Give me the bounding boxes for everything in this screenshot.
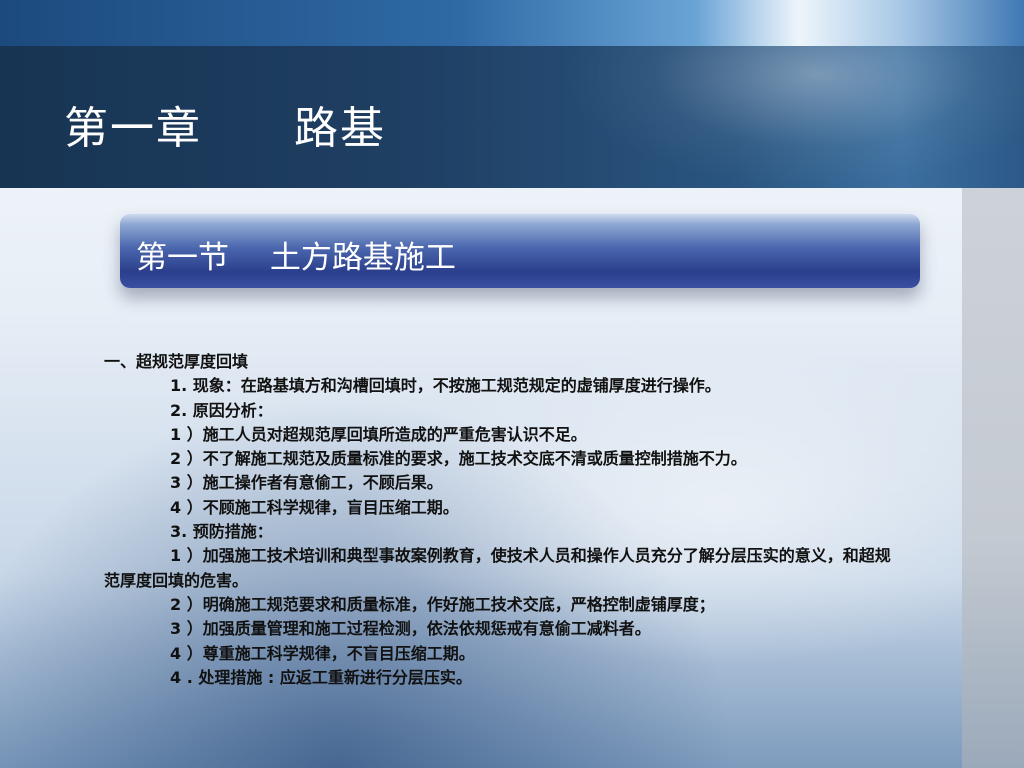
body-line: 4 ）尊重施工科学规律，不盲目压缩工期。: [170, 643, 475, 663]
header-glow: [560, 46, 1024, 188]
slide-body: 一、超规范厚度回填 1. 现象：在路基填方和沟槽回填时，不按施工规范规定的虚铺厚…: [104, 350, 904, 690]
body-line: 4 ）不顾施工科学规律，盲目压缩工期。: [170, 497, 459, 517]
body-line: 2 ）不了解施工规范及质量标准的要求，施工技术交底不清或质量控制措施不力。: [170, 449, 747, 469]
body-line: 1. 现象：在路基填方和沟槽回填时，不按施工规范规定的虚铺厚度进行操作。: [170, 376, 721, 396]
body-line-wrapped: 1 ）加强施工技术培训和典型事故案例教育，使技术人员和操作人员充分了解分层压实的…: [104, 546, 891, 590]
right-side-panel: [962, 188, 1024, 768]
top-decor-strip: [0, 0, 1024, 46]
section-title-box: 第一节 土方路基施工: [120, 214, 920, 288]
body-line: 3 ）施工操作者有意偷工，不顾后果。: [170, 473, 443, 493]
body-line: 4 . 处理措施 : 应返工重新进行分层压实。: [170, 667, 472, 687]
body-line: 3. 预防措施：: [170, 522, 273, 542]
body-line: 2 ）明确施工规范要求和质量标准，作好施工技术交底，严格控制虚铺厚度；: [170, 594, 715, 614]
body-heading: 一、超规范厚度回填: [104, 352, 249, 371]
section-title: 第一节 土方路基施工: [136, 240, 456, 276]
body-line: 1 ）施工人员对超规范厚回填所造成的严重危害认识不足。: [170, 424, 587, 444]
body-line: 2. 原因分析：: [170, 400, 273, 420]
chapter-title: 第一章 路基: [64, 103, 386, 154]
body-line: 3 ）加强质量管理和施工过程检测，依法依规惩戒有意偷工减料者。: [170, 619, 651, 639]
